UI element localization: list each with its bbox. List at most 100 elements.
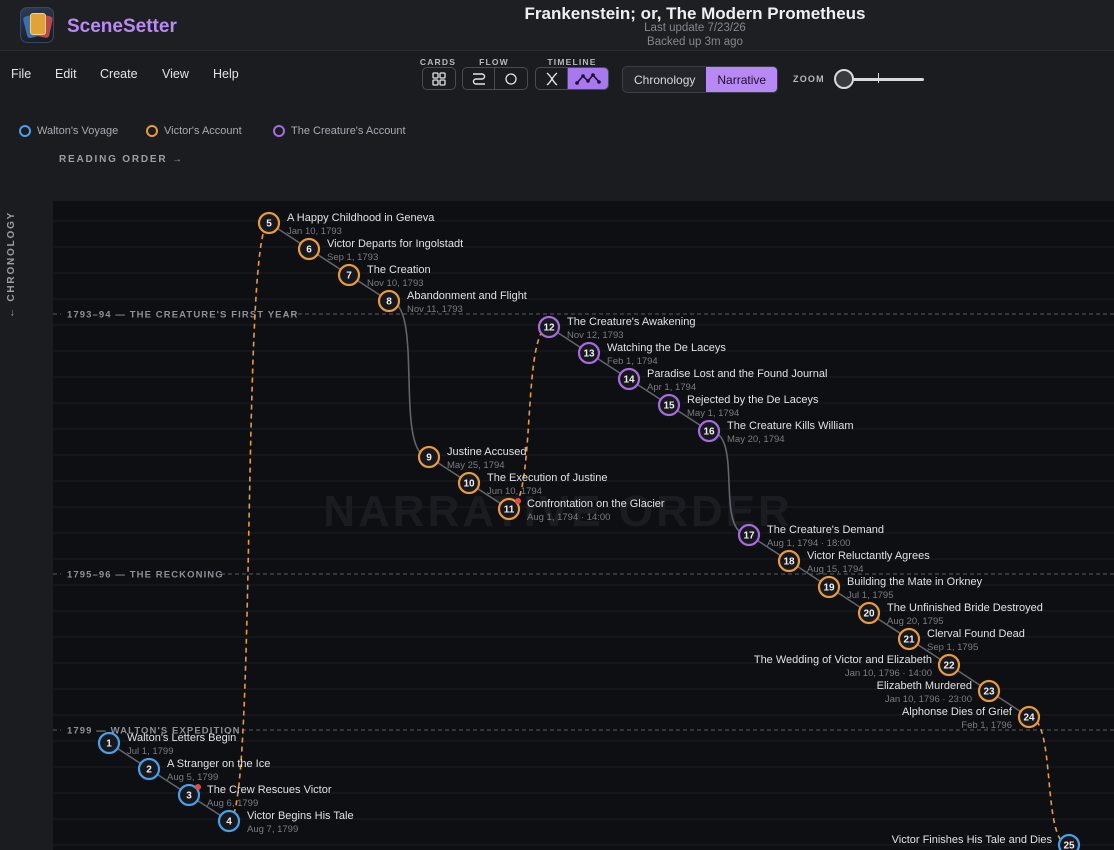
scene-number: 14	[623, 375, 635, 386]
scene-title[interactable]: Clerval Found Dead	[927, 628, 1025, 640]
scene-date: Jun 10, 1794	[487, 486, 542, 497]
scene-number: 2	[146, 765, 152, 776]
scene-date: Aug 7, 1799	[247, 824, 298, 835]
card-stack-icon	[20, 7, 54, 43]
scene-title[interactable]: Victor Departs for Ingolstadt	[327, 238, 463, 250]
zoom-label: ZOOM	[793, 74, 825, 84]
scene-number: 7	[346, 271, 352, 282]
legend-item-victor[interactable]: Victor's Account	[146, 125, 242, 137]
top-bar: SceneSetter Frankenstein; or, The Modern…	[0, 0, 1114, 51]
scene-date: May 1, 1794	[687, 408, 739, 419]
scene-title[interactable]: Elizabeth Murdered	[877, 680, 972, 692]
cards-group-label: CARDS	[419, 57, 457, 67]
flow-group-label: FLOW	[479, 57, 509, 67]
scene-title[interactable]: The Creature's Awakening	[567, 316, 695, 328]
scene-date: Feb 1, 1796	[961, 720, 1012, 731]
scene-title[interactable]: A Stranger on the Ice	[167, 758, 270, 770]
scene-title[interactable]: The Crew Rescues Victor	[207, 784, 332, 796]
scene-date: Sep 1, 1793	[327, 252, 378, 263]
timeline-canvas[interactable]: NARRATIVE ORDER 1793–94 — THE CREATURE'S …	[53, 201, 1114, 850]
scene-number: 3	[186, 791, 192, 802]
scene-number: 5	[266, 219, 272, 230]
legend-label: The Creature's Account	[291, 125, 406, 137]
app-name: SceneSetter	[67, 16, 177, 37]
grid-icon[interactable]	[423, 68, 455, 89]
scene-title[interactable]: The Creation	[367, 264, 431, 276]
menu-view[interactable]: View	[162, 67, 189, 81]
legend-label: Walton's Voyage	[37, 125, 119, 137]
legend-swatch-icon	[19, 125, 31, 137]
scene-date: Aug 15, 1794	[807, 564, 864, 575]
wave-line-icon[interactable]	[568, 68, 608, 89]
scene-title[interactable]: Justine Accused	[447, 446, 527, 458]
crossing-lines-icon[interactable]	[536, 68, 568, 89]
chronology-toggle-option[interactable]: Chronology	[623, 67, 706, 92]
scene-date: Jul 1, 1799	[127, 746, 173, 757]
scene-title[interactable]: Victor Finishes His Tale and Dies	[892, 834, 1053, 846]
menu-file[interactable]: File	[11, 67, 31, 81]
scene-number: 16	[703, 427, 715, 438]
document-title: Frankenstein; or, The Modern Prometheus	[524, 4, 866, 23]
scene-title[interactable]: Abandonment and Flight	[407, 290, 527, 302]
chronology-axis-label: ← CHRONOLOGY	[6, 210, 17, 318]
menu-help[interactable]: Help	[213, 67, 239, 81]
warning-dot-icon	[195, 784, 201, 790]
legend-item-walton[interactable]: Walton's Voyage	[19, 125, 118, 137]
scene-number: 19	[823, 583, 835, 594]
scene-number: 6	[306, 245, 312, 256]
narrative-toggle-option[interactable]: Narrative	[706, 67, 778, 92]
scene-title[interactable]: Walton's Letters Begin	[127, 732, 236, 744]
scene-title[interactable]: The Unfinished Bride Destroyed	[887, 602, 1043, 614]
zoom-slider-tick	[878, 73, 879, 83]
scene-date: May 20, 1794	[727, 434, 785, 445]
legend-item-creature[interactable]: The Creature's Account	[273, 125, 406, 137]
scene-number: 23	[983, 687, 995, 698]
scene-title[interactable]: Building the Mate in Orkney	[847, 576, 983, 588]
scene-date: Aug 1, 1794 · 18:00	[767, 538, 850, 549]
zoom-slider-track[interactable]	[844, 78, 924, 81]
scene-number: 17	[743, 531, 755, 542]
scene-title[interactable]: Alphonse Dies of Grief	[902, 706, 1013, 718]
view-mode-toggle: Chronology Narrative	[622, 66, 779, 93]
scene-date: Jan 10, 1793	[287, 226, 342, 237]
timeline-group-label: TIMELINE	[547, 57, 597, 67]
scene-number: 12	[543, 323, 555, 334]
scene-number: 13	[583, 349, 595, 360]
timeline-segment	[535, 67, 609, 90]
scene-title[interactable]: Victor Begins His Tale	[247, 810, 354, 822]
scene-title[interactable]: The Wedding of Victor and Elizabeth	[754, 654, 932, 666]
flow-path-icon[interactable]	[463, 68, 495, 89]
scene-date: Aug 6, 1799	[207, 798, 258, 809]
scene-title[interactable]: Paradise Lost and the Found Journal	[647, 368, 827, 380]
scene-number: 4	[226, 817, 232, 828]
scene-date: Jan 10, 1796 · 14:00	[845, 668, 932, 679]
era-label: 1793–94 — THE CREATURE'S FIRST YEAR	[67, 310, 299, 321]
scene-number: 24	[1023, 713, 1035, 724]
chronology-axis: ← CHRONOLOGY	[6, 208, 20, 318]
scene-title[interactable]: The Execution of Justine	[487, 472, 607, 484]
scene-date: Feb 1, 1794	[607, 356, 658, 367]
scene-number: 15	[663, 401, 675, 412]
scene-date: Aug 1, 1794 · 14:00	[527, 512, 610, 523]
menu-create[interactable]: Create	[100, 67, 138, 81]
scene-title[interactable]: Confrontation on the Glacier	[527, 498, 665, 510]
scene-title[interactable]: The Creature Kills William	[727, 420, 854, 432]
menu-edit[interactable]: Edit	[55, 67, 77, 81]
narrative-path	[388, 300, 430, 458]
zoom-slider-handle[interactable]	[834, 69, 854, 89]
scene-number: 11	[504, 505, 515, 516]
circle-icon[interactable]	[495, 68, 527, 89]
backup-status-text: Backed up 3m ago	[647, 36, 743, 48]
scene-title[interactable]: Victor Reluctantly Agrees	[807, 550, 930, 562]
scene-title[interactable]: Rejected by the De Laceys	[687, 394, 819, 406]
last-update-text: Last update 7/23/26	[644, 22, 746, 34]
scene-date: Jan 10, 1796 · 23:00	[885, 694, 972, 705]
scene-title[interactable]: Watching the De Laceys	[607, 342, 726, 354]
scene-title[interactable]: The Creature's Demand	[767, 524, 884, 536]
scene-number: 9	[426, 453, 432, 464]
scene-number: 1	[106, 739, 112, 750]
scene-date: Apr 1, 1794	[647, 382, 696, 393]
scene-title[interactable]: A Happy Childhood in Geneva	[287, 212, 435, 224]
timeline-svg[interactable]: NARRATIVE ORDER1793–94 — THE CREATURE'S …	[53, 201, 1114, 850]
scene-date: Jul 1, 1795	[847, 590, 893, 601]
